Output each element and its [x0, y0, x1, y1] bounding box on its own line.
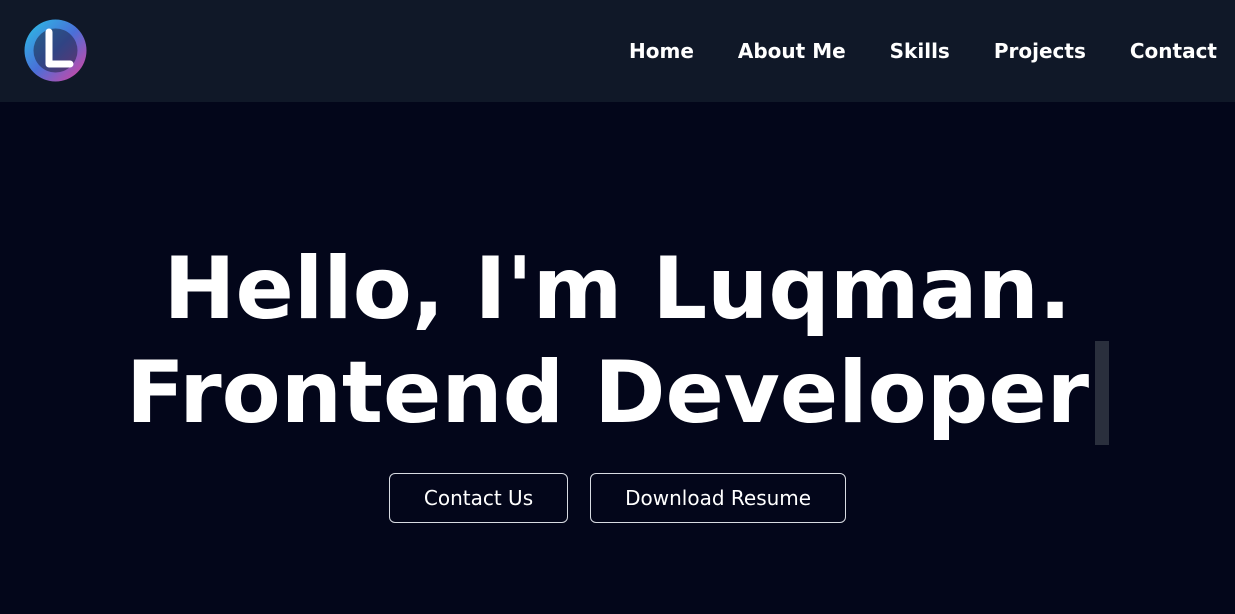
hero-headline: Hello, I'm Luqman. Frontend Developer — [0, 237, 1235, 445]
nav-link-projects[interactable]: Projects — [994, 39, 1086, 63]
navbar: Home About Me Skills Projects Contact — [0, 0, 1235, 102]
hero-section: Hello, I'm Luqman. Frontend Developer Co… — [0, 102, 1235, 614]
download-resume-button[interactable]: Download Resume — [590, 473, 847, 523]
nav-links: Home About Me Skills Projects Contact — [629, 36, 1217, 66]
hero-role-line: Frontend Developer — [0, 341, 1235, 445]
logo-icon[interactable] — [23, 18, 88, 83]
typing-cursor — [1095, 341, 1110, 445]
hero-buttons: Contact Us Download Resume — [0, 473, 1235, 523]
hero-greeting: Hello, I'm Luqman. — [163, 239, 1072, 339]
nav-link-contact[interactable]: Contact — [1130, 39, 1217, 63]
contact-us-button[interactable]: Contact Us — [388, 473, 569, 523]
nav-link-home[interactable]: Home — [629, 39, 694, 63]
nav-link-skills[interactable]: Skills — [890, 39, 950, 63]
hero-role: Frontend Developer — [125, 343, 1090, 443]
nav-link-about-me[interactable]: About Me — [738, 39, 846, 63]
